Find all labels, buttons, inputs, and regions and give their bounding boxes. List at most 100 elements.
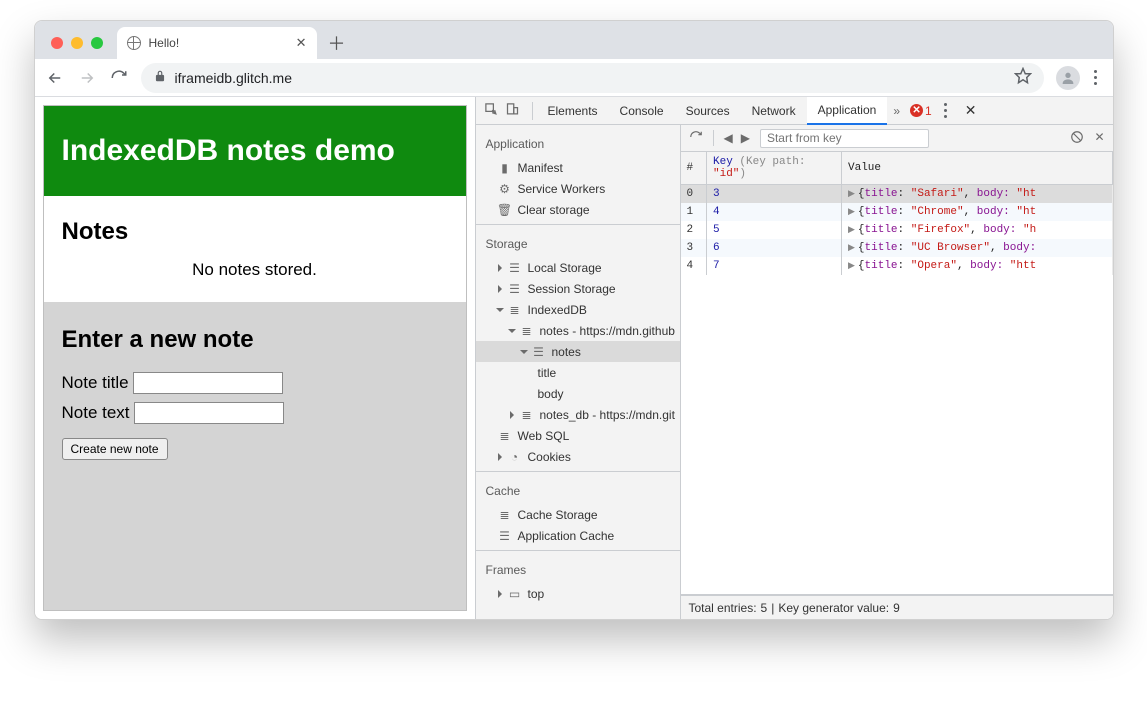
demo-header: IndexedDB notes demo (44, 106, 466, 196)
tab-console[interactable]: Console (609, 97, 675, 125)
demo-form: Enter a new note Note title Note text Cr… (44, 302, 466, 610)
storage-icon: ☰ (508, 282, 522, 296)
form-heading: Enter a new note (62, 326, 448, 354)
notes-heading: Notes (62, 218, 448, 246)
database-icon: ≣ (498, 508, 512, 522)
caret-icon (498, 590, 502, 598)
frame-icon: ▭ (508, 587, 522, 601)
sidebar-db-notesdb[interactable]: ≣notes_db - https://mdn.git (476, 404, 680, 425)
demo-body: Notes No notes stored. (44, 196, 466, 302)
prev-page-icon[interactable]: ◀ (724, 131, 733, 145)
caret-icon (496, 308, 504, 312)
tab-close-icon[interactable]: ✕ (296, 35, 307, 51)
devtools-panel: Elements Console Sources Network Applica… (475, 97, 1113, 619)
storage-icon: ☰ (498, 529, 512, 543)
tab-title: Hello! (149, 36, 180, 50)
error-indicator[interactable]: ✕1 (906, 104, 936, 118)
reload-button[interactable] (109, 68, 129, 88)
window-minimize[interactable] (71, 37, 83, 49)
devtools-menu-icon[interactable] (936, 103, 955, 118)
label-note-text: Note text (62, 403, 130, 423)
clear-object-store-icon[interactable] (1070, 130, 1084, 147)
sidebar-manifest[interactable]: ▮Manifest (476, 157, 680, 178)
tab-network[interactable]: Network (741, 97, 807, 125)
globe-icon (127, 36, 141, 50)
table-row[interactable]: 14▶{title: "Chrome", body: "ht (681, 203, 1113, 221)
trash-icon: 🗑 (498, 203, 512, 217)
browser-toolbar: iframeidb.glitch.me (35, 59, 1113, 97)
page-viewport: IndexedDB notes demo Notes No notes stor… (35, 97, 475, 619)
inspect-element-icon[interactable] (484, 102, 499, 120)
browser-menu-icon[interactable] (1094, 70, 1097, 85)
tabs-overflow-icon[interactable]: » (887, 104, 906, 118)
browser-window: Hello! ✕ ＋ iframeidb.glitch.me (34, 20, 1114, 620)
document-icon: ▮ (498, 161, 512, 175)
back-button[interactable] (45, 68, 65, 88)
sidebar-store-notes[interactable]: ☰notes (476, 341, 680, 362)
next-page-icon[interactable]: ▶ (741, 131, 750, 145)
col-index[interactable]: # (681, 152, 707, 185)
total-entries: 5 (761, 601, 768, 615)
input-note-title[interactable] (133, 372, 283, 394)
sidebar-indexeddb[interactable]: ≣IndexedDB (476, 299, 680, 320)
database-icon: ≣ (520, 324, 534, 338)
sidebar-index-title[interactable]: title (476, 362, 680, 383)
tab-sources[interactable]: Sources (675, 97, 741, 125)
database-icon: ≣ (498, 429, 512, 443)
sidebar-db-notes[interactable]: ≣notes - https://mdn.github (476, 320, 680, 341)
sidebar-service-workers[interactable]: ⚙Service Workers (476, 178, 680, 199)
devtools-close-icon[interactable]: ✕ (955, 102, 987, 119)
col-key[interactable]: Key (Key path: "id") (707, 152, 842, 185)
window-close[interactable] (51, 37, 63, 49)
devtools-tabbar: Elements Console Sources Network Applica… (476, 97, 1113, 125)
sidebar-frame-top[interactable]: ▭top (476, 583, 680, 604)
device-toolbar-icon[interactable] (505, 102, 520, 120)
table-row[interactable]: 03▶{title: "Safari", body: "ht (681, 185, 1113, 204)
group-cache: Cache (476, 478, 680, 504)
sidebar-cache-storage[interactable]: ≣Cache Storage (476, 504, 680, 525)
sidebar-local-storage[interactable]: ☰Local Storage (476, 257, 680, 278)
window-controls (43, 37, 111, 59)
table-row[interactable]: 47▶{title: "Opera", body: "htt (681, 257, 1113, 275)
gear-icon: ⚙ (498, 182, 512, 196)
url-text: iframeidb.glitch.me (175, 70, 293, 86)
profile-avatar[interactable] (1056, 66, 1080, 90)
group-frames: Frames (476, 557, 680, 583)
sidebar-app-cache[interactable]: ☰Application Cache (476, 525, 680, 546)
key-generator-value: 9 (893, 601, 900, 615)
table-row[interactable]: 36▶{title: "UC Browser", body: (681, 239, 1113, 257)
table-icon: ☰ (532, 345, 546, 359)
forward-button[interactable] (77, 68, 97, 88)
bookmark-star-icon[interactable] (1014, 67, 1032, 88)
caret-icon (498, 285, 502, 293)
window-zoom[interactable] (91, 37, 103, 49)
col-value[interactable]: Value (842, 152, 1113, 185)
new-tab-button[interactable]: ＋ (323, 29, 351, 57)
delete-selected-icon[interactable]: ✕ (1094, 130, 1104, 147)
cookie-icon: ◔ (508, 450, 522, 464)
sidebar-index-body[interactable]: body (476, 383, 680, 404)
create-note-button[interactable]: Create new note (62, 438, 168, 460)
sidebar-cookies[interactable]: ◔Cookies (476, 446, 680, 467)
input-note-text[interactable] (134, 402, 284, 424)
sidebar-websql[interactable]: ≣Web SQL (476, 425, 680, 446)
application-sidebar: Application ▮Manifest ⚙Service Workers 🗑… (476, 125, 681, 619)
empty-notes-message: No notes stored. (62, 260, 448, 280)
demo-app: IndexedDB notes demo Notes No notes stor… (43, 105, 467, 611)
database-icon: ≣ (520, 408, 534, 422)
caret-icon (508, 329, 516, 333)
data-grid[interactable]: # Key (Key path: "id") Value (681, 152, 1113, 595)
database-icon: ≣ (508, 303, 522, 317)
browser-tab[interactable]: Hello! ✕ (117, 27, 317, 59)
tab-application[interactable]: Application (807, 97, 888, 125)
sidebar-session-storage[interactable]: ☰Session Storage (476, 278, 680, 299)
start-from-key-input[interactable] (760, 129, 929, 148)
address-bar[interactable]: iframeidb.glitch.me (141, 63, 1044, 93)
sidebar-clear-storage[interactable]: 🗑Clear storage (476, 199, 680, 220)
status-bar: Total entries: 5 | Key generator value: … (681, 595, 1113, 619)
reload-icon[interactable] (689, 130, 703, 147)
storage-icon: ☰ (508, 261, 522, 275)
table-row[interactable]: 25▶{title: "Firefox", body: "h (681, 221, 1113, 239)
tab-elements[interactable]: Elements (537, 97, 609, 125)
indexeddb-data-view: ◀ ▶ ✕ # (681, 125, 1113, 619)
